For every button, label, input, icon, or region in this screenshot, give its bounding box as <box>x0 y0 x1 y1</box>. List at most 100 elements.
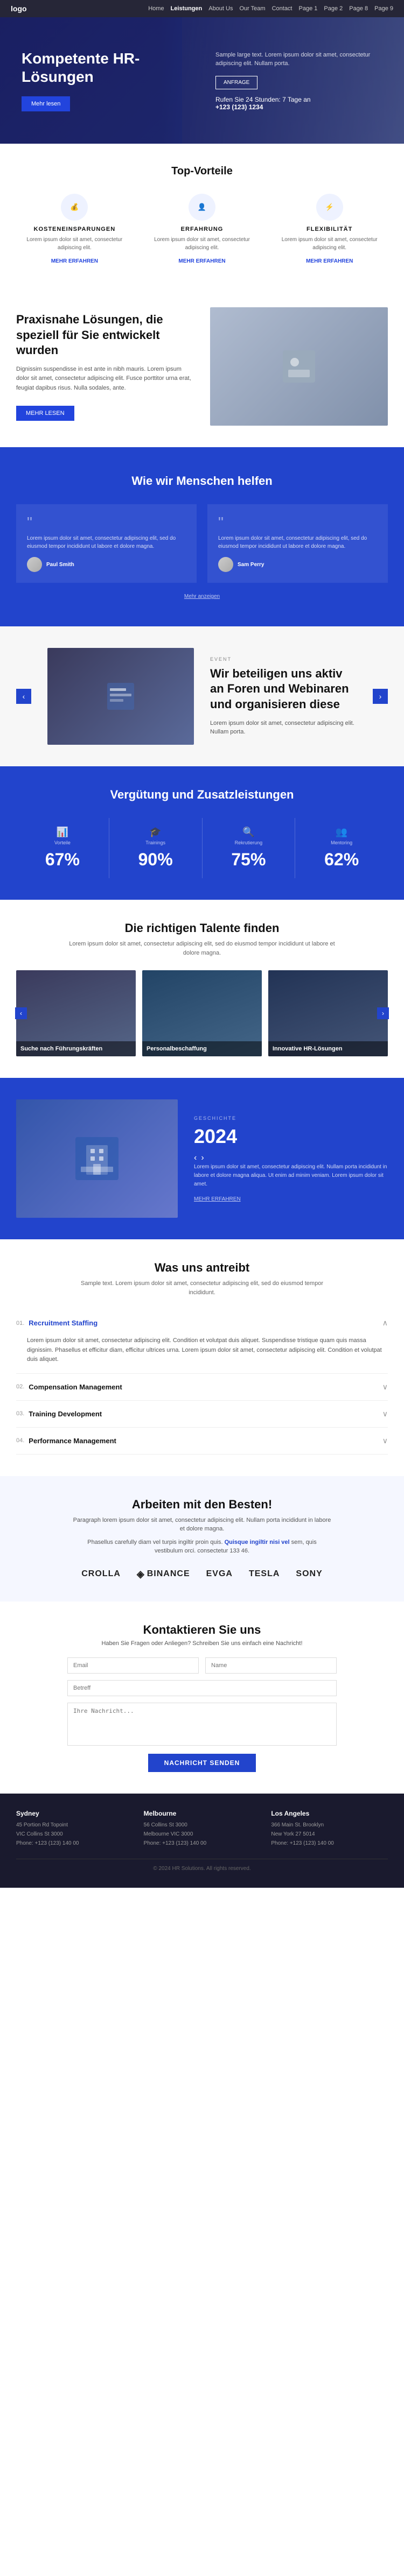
navigation: logo Home Leistungen About Us Our Team C… <box>0 0 404 17</box>
form-row-1 <box>67 1657 337 1674</box>
accordion-chevron-3: ∨ <box>382 1409 388 1418</box>
email-field[interactable] <box>67 1657 199 1674</box>
arbeiten-text2-highlight: Quisque ingiltir nisi vel <box>225 1539 290 1545</box>
vorteil-link-3[interactable]: MEHR ERFAHREN <box>306 258 353 264</box>
vorteil-link-2[interactable]: MEHR ERFAHREN <box>178 258 225 264</box>
footer-address-1: 45 Portion Rd Topoint VIC Collins St 300… <box>16 1820 133 1848</box>
footer-city-1: Sydney <box>16 1810 133 1817</box>
vorteil-link-1[interactable]: MEHR ERFAHREN <box>51 258 98 264</box>
accordion-num-2: 02. <box>16 1384 24 1390</box>
foren-prev-btn[interactable]: ‹ <box>16 689 31 704</box>
uber-next-btn[interactable]: › <box>201 1153 204 1163</box>
testimonial-author-2: Sam Perry <box>218 557 377 572</box>
footer-copyright: © 2024 HR Solutions. All rights reserved… <box>16 1866 388 1872</box>
foren-next-btn[interactable]: › <box>373 689 388 704</box>
foren-section: ‹ EVENT Wir beteiligen uns aktiv an Fore… <box>0 626 404 766</box>
nav-team[interactable]: Our Team <box>239 5 265 12</box>
footer-columns: Sydney 45 Portion Rd Topoint VIC Collins… <box>16 1810 388 1848</box>
trainings-stat-icon: 🎓 <box>115 827 197 838</box>
arbeiten-text-1: Paragraph lorem ipsum dolor sit amet, co… <box>73 1516 331 1534</box>
talente-title: Die richtigen Talente finden <box>16 921 388 935</box>
talent-card-3: Innovative HR-Lösungen <box>268 970 388 1056</box>
accordion-item-1: 01. Recruitment Staffing ∧ Lorem ipsum d… <box>16 1310 388 1374</box>
stat-value-1: 67% <box>22 850 103 870</box>
brand-evga: EVGA <box>206 1569 233 1579</box>
nav-page2[interactable]: Page 2 <box>324 5 343 12</box>
accordion-title-4: Performance Management <box>29 1437 382 1445</box>
kosteneinsparungen-icon: 💰 <box>61 194 88 221</box>
testimonial-text-2: Lorem ipsum dolor sit amet, consectetur … <box>218 534 377 551</box>
stats-row: 📊 Vorteile 67% 🎓 Trainings 90% 🔍 Rekruti… <box>16 818 388 878</box>
accordion-header-4[interactable]: 04. Performance Management ∨ <box>16 1428 388 1454</box>
talente-sub: Lorem ipsum dolor sit amet, consectetur … <box>67 940 337 957</box>
subject-field[interactable] <box>67 1680 337 1696</box>
uber-prev-btn[interactable]: ‹ <box>194 1153 197 1163</box>
arbeiten-text-2: Phasellus carefully diam vel turpis ingi… <box>73 1538 331 1556</box>
uber-content: GESCHICHTE 2024 ‹ › Lorem ipsum dolor si… <box>194 1116 388 1202</box>
praxis-image <box>210 307 388 426</box>
hero-content: Kompetente HR-Lösungen Mehr lesen <box>22 50 194 111</box>
nav-about[interactable]: About Us <box>208 5 233 12</box>
vorteil-title-2: ERFAHRUNG <box>144 226 261 232</box>
testimonial-text-1: Lorem ipsum dolor sit amet, consectetur … <box>27 534 186 551</box>
nav-home[interactable]: Home <box>148 5 164 12</box>
nav-page1[interactable]: Page 1 <box>299 5 318 12</box>
hero-anfrage-btn[interactable]: ANFRAGE <box>215 76 257 89</box>
wie-wir-mehr-link[interactable]: Mehr anzeigen <box>184 594 220 599</box>
vorteil-text-1: Lorem ipsum dolor sit amet, consectetur … <box>16 236 133 252</box>
praxis-btn[interactable]: MEHR LESEN <box>16 406 74 421</box>
vorteil-item-1: 💰 KOSTENEINSPARUNGEN Lorem ipsum dolor s… <box>16 194 133 264</box>
was-uns-section: Was uns antreibt Sample text. Lorem ipsu… <box>0 1239 404 1476</box>
talent-prev-btn[interactable]: ‹ <box>15 1007 27 1019</box>
footer-col-sydney: Sydney 45 Portion Rd Topoint VIC Collins… <box>16 1810 133 1848</box>
top-vorteile-section: Top-Vorteile 💰 KOSTENEINSPARUNGEN Lorem … <box>0 144 404 286</box>
vergutung-title: Vergütung und Zusatzleistungen <box>16 788 388 802</box>
footer-city-3: Los Angeles <box>271 1810 388 1817</box>
nav-logo: logo <box>11 4 27 13</box>
hero-sample-text: Sample large text. Lorem ipsum dolor sit… <box>215 51 382 68</box>
brand-binance: ◈BINANCE <box>137 1569 190 1580</box>
uber-mehr-link[interactable]: MEHR ERFAHREN <box>194 1196 241 1202</box>
uber-label: GESCHICHTE <box>194 1116 388 1121</box>
stat-label-1: Vorteile <box>22 840 103 845</box>
accordion-num-3: 03. <box>16 1410 24 1417</box>
accordion-header-2[interactable]: 02. Compensation Management ∨ <box>16 1374 388 1400</box>
footer-city-2: Melbourne <box>144 1810 261 1817</box>
stat-label-2: Trainings <box>115 840 197 845</box>
stat-label-3: Rekrutierung <box>208 840 290 845</box>
nav-page8[interactable]: Page 8 <box>349 5 368 12</box>
stat-label-4: Mentoring <box>301 840 382 845</box>
quote-icon-2: " <box>218 515 377 530</box>
brand-tesla: TESLA <box>249 1569 280 1579</box>
accordion-header-3[interactable]: 03. Training Development ∨ <box>16 1401 388 1427</box>
accordion-header-1[interactable]: 01. Recruitment Staffing ∧ <box>16 1310 388 1336</box>
stat-trainings: 🎓 Trainings 90% <box>109 818 202 878</box>
talent-next-btn[interactable]: › <box>377 1007 389 1019</box>
foren-body: Lorem ipsum dolor sit amet, consectetur … <box>210 719 357 737</box>
nav-contact[interactable]: Contact <box>272 5 292 12</box>
nav-page9[interactable]: Page 9 <box>374 5 393 12</box>
brand-sony: SONY <box>296 1569 322 1579</box>
stat-vorteile: 📊 Vorteile 67% <box>16 818 109 878</box>
submit-button[interactable]: NACHRICHT SENDEN <box>148 1754 256 1772</box>
foren-image <box>47 648 194 745</box>
praxis-title: Praxisnahe Lösungen, die speziell für Si… <box>16 312 194 358</box>
kontakt-title: Kontaktieren Sie uns <box>16 1623 388 1637</box>
nav-leistungen[interactable]: Leistungen <box>171 5 203 12</box>
talent-card-2: Personalbeschaffung <box>142 970 262 1056</box>
footer-bottom: © 2024 HR Solutions. All rights reserved… <box>16 1859 388 1872</box>
praxis-image-icon <box>283 350 315 383</box>
uber-building-icon <box>75 1137 119 1180</box>
hero-phone: Rufen Sie 24 Stunden: 7 Tage an +123 (12… <box>215 96 382 111</box>
accordion-chevron-1: ∧ <box>382 1318 388 1328</box>
hero-mehr-btn[interactable]: Mehr lesen <box>22 96 70 111</box>
talente-section: Die richtigen Talente finden Lorem ipsum… <box>0 900 404 1078</box>
wie-wir-title: Wie wir Menschen helfen <box>16 474 388 488</box>
brand-crolla: CROLLA <box>81 1569 121 1579</box>
kontakt-sub: Haben Sie Fragen oder Anliegen? Schreibe… <box>16 1640 388 1647</box>
footer-col-losangeles: Los Angeles 366 Main St. Brooklyn New Yo… <box>271 1810 388 1848</box>
message-textarea[interactable] <box>67 1703 337 1746</box>
talent-cards: ‹ Suche nach Führungskräften Personalbes… <box>16 970 388 1056</box>
name-field[interactable] <box>205 1657 337 1674</box>
testimonial-author-1: Paul Smith <box>27 557 186 572</box>
